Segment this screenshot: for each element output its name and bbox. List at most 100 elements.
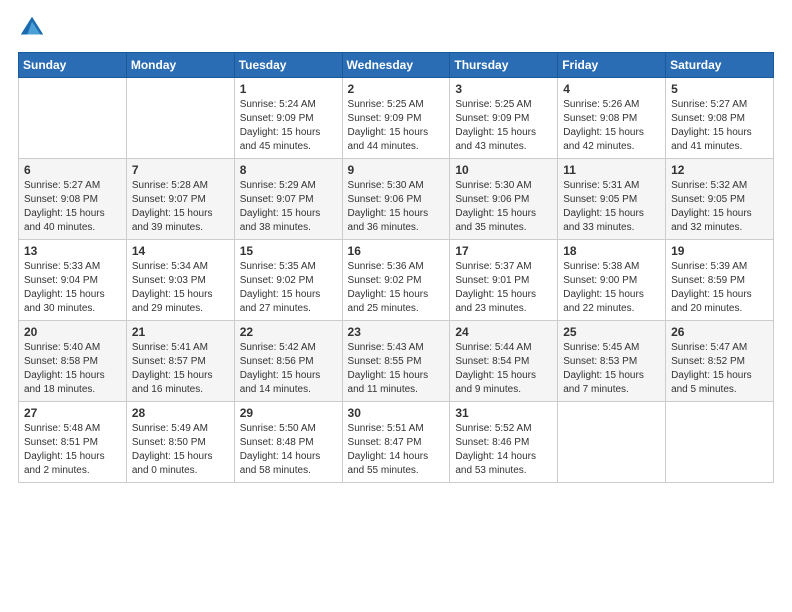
day-info: Sunrise: 5:30 AM Sunset: 9:06 PM Dayligh…: [455, 179, 552, 235]
day-cell: 7Sunrise: 5:28 AM Sunset: 9:07 PM Daylig…: [126, 159, 234, 240]
week-row-3: 13 Sunrise: 5:33 AM Sunset: 9:04 PM Dayli…: [19, 240, 774, 321]
day-info: Sunrise: 5:26 AM Sunset: 9:08 PM Dayligh…: [563, 98, 660, 154]
day-number: 20: [24, 325, 121, 339]
day-number: 23: [348, 325, 445, 339]
day-cell: 17Sunrise: 5:37 AM Sunset: 9:01 PM Dayli…: [450, 240, 558, 321]
day-cell: 24 Sunrise: 5:44 AM Sunset: 8:54 PM Dayli…: [450, 321, 558, 402]
day-header-sunday: Sunday: [19, 53, 127, 78]
day-cell: 5Sunrise: 5:27 AM Sunset: 9:08 PM Daylig…: [666, 78, 774, 159]
day-cell: 19 Sunrise: 5:39 AM Sunset: 8:59 PM Dayli…: [666, 240, 774, 321]
day-number: 13: [24, 244, 121, 258]
day-info: Sunrise: 5:51 AM Sunset: 8:47 PM Dayligh…: [348, 422, 445, 478]
day-info: Sunrise: 5:50 AM Sunset: 8:48 PM Dayligh…: [240, 422, 337, 478]
day-info: Sunrise: 5:36 AM Sunset: 9:02 PM Dayligh…: [348, 260, 445, 316]
day-number: 25: [563, 325, 660, 339]
day-header-wednesday: Wednesday: [342, 53, 450, 78]
day-number: 19: [671, 244, 768, 258]
day-cell: 12 Sunrise: 5:32 AM Sunset: 9:05 PM Dayli…: [666, 159, 774, 240]
day-cell: 16 Sunrise: 5:36 AM Sunset: 9:02 PM Dayli…: [342, 240, 450, 321]
day-info: Sunrise: 5:32 AM Sunset: 9:05 PM Dayligh…: [671, 179, 768, 235]
day-number: 12: [671, 163, 768, 177]
week-row-4: 20 Sunrise: 5:40 AM Sunset: 8:58 PM Dayli…: [19, 321, 774, 402]
week-row-5: 27 Sunrise: 5:48 AM Sunset: 8:51 PM Dayli…: [19, 402, 774, 483]
day-info: Sunrise: 5:45 AM Sunset: 8:53 PM Dayligh…: [563, 341, 660, 397]
day-info: Sunrise: 5:25 AM Sunset: 9:09 PM Dayligh…: [455, 98, 552, 154]
day-info: Sunrise: 5:25 AM Sunset: 9:09 PM Dayligh…: [348, 98, 445, 154]
day-cell: 9Sunrise: 5:30 AM Sunset: 9:06 PM Daylig…: [342, 159, 450, 240]
header-row: SundayMondayTuesdayWednesdayThursdayFrid…: [19, 53, 774, 78]
day-cell: 8 Sunrise: 5:29 AM Sunset: 9:07 PM Daylig…: [234, 159, 342, 240]
day-cell: 2 Sunrise: 5:25 AM Sunset: 9:09 PM Daylig…: [342, 78, 450, 159]
day-info: Sunrise: 5:34 AM Sunset: 9:03 PM Dayligh…: [132, 260, 229, 316]
day-info: Sunrise: 5:28 AM Sunset: 9:07 PM Dayligh…: [132, 179, 229, 235]
day-info: Sunrise: 5:29 AM Sunset: 9:07 PM Dayligh…: [240, 179, 337, 235]
day-cell: 18 Sunrise: 5:38 AM Sunset: 9:00 PM Dayli…: [558, 240, 666, 321]
day-number: 18: [563, 244, 660, 258]
day-cell: [126, 78, 234, 159]
day-number: 24: [455, 325, 552, 339]
day-number: 8: [240, 163, 337, 177]
day-info: Sunrise: 5:35 AM Sunset: 9:02 PM Dayligh…: [240, 260, 337, 316]
day-info: Sunrise: 5:48 AM Sunset: 8:51 PM Dayligh…: [24, 422, 121, 478]
day-cell: 22 Sunrise: 5:42 AM Sunset: 8:56 PM Dayli…: [234, 321, 342, 402]
day-number: 3: [455, 82, 552, 96]
day-number: 27: [24, 406, 121, 420]
day-number: 6: [24, 163, 121, 177]
day-cell: [558, 402, 666, 483]
day-cell: 6 Sunrise: 5:27 AM Sunset: 9:08 PM Daylig…: [19, 159, 127, 240]
day-cell: 1 Sunrise: 5:24 AM Sunset: 9:09 PM Daylig…: [234, 78, 342, 159]
day-cell: 15 Sunrise: 5:35 AM Sunset: 9:02 PM Dayli…: [234, 240, 342, 321]
day-cell: 3 Sunrise: 5:25 AM Sunset: 9:09 PM Daylig…: [450, 78, 558, 159]
day-cell: 11 Sunrise: 5:31 AM Sunset: 9:05 PM Dayli…: [558, 159, 666, 240]
day-info: Sunrise: 5:27 AM Sunset: 9:08 PM Dayligh…: [671, 98, 768, 154]
day-number: 2: [348, 82, 445, 96]
day-cell: [19, 78, 127, 159]
day-info: Sunrise: 5:39 AM Sunset: 8:59 PM Dayligh…: [671, 260, 768, 316]
day-cell: 25 Sunrise: 5:45 AM Sunset: 8:53 PM Dayli…: [558, 321, 666, 402]
page: SundayMondayTuesdayWednesdayThursdayFrid…: [0, 0, 792, 612]
day-cell: 14 Sunrise: 5:34 AM Sunset: 9:03 PM Dayli…: [126, 240, 234, 321]
day-info: Sunrise: 5:27 AM Sunset: 9:08 PM Dayligh…: [24, 179, 121, 235]
header: [18, 14, 774, 42]
day-cell: 20 Sunrise: 5:40 AM Sunset: 8:58 PM Dayli…: [19, 321, 127, 402]
day-info: Sunrise: 5:30 AM Sunset: 9:06 PM Dayligh…: [348, 179, 445, 235]
week-row-1: 1 Sunrise: 5:24 AM Sunset: 9:09 PM Daylig…: [19, 78, 774, 159]
day-cell: 21Sunrise: 5:41 AM Sunset: 8:57 PM Dayli…: [126, 321, 234, 402]
day-cell: 31 Sunrise: 5:52 AM Sunset: 8:46 PM Dayli…: [450, 402, 558, 483]
day-cell: 10 Sunrise: 5:30 AM Sunset: 9:06 PM Dayli…: [450, 159, 558, 240]
day-info: Sunrise: 5:44 AM Sunset: 8:54 PM Dayligh…: [455, 341, 552, 397]
day-number: 15: [240, 244, 337, 258]
day-number: 28: [132, 406, 229, 420]
day-number: 14: [132, 244, 229, 258]
day-cell: 30 Sunrise: 5:51 AM Sunset: 8:47 PM Dayli…: [342, 402, 450, 483]
day-info: Sunrise: 5:31 AM Sunset: 9:05 PM Dayligh…: [563, 179, 660, 235]
day-info: Sunrise: 5:42 AM Sunset: 8:56 PM Dayligh…: [240, 341, 337, 397]
day-info: Sunrise: 5:52 AM Sunset: 8:46 PM Dayligh…: [455, 422, 552, 478]
day-number: 11: [563, 163, 660, 177]
day-info: Sunrise: 5:43 AM Sunset: 8:55 PM Dayligh…: [348, 341, 445, 397]
day-info: Sunrise: 5:49 AM Sunset: 8:50 PM Dayligh…: [132, 422, 229, 478]
day-number: 22: [240, 325, 337, 339]
day-cell: 26Sunrise: 5:47 AM Sunset: 8:52 PM Dayli…: [666, 321, 774, 402]
day-info: Sunrise: 5:33 AM Sunset: 9:04 PM Dayligh…: [24, 260, 121, 316]
day-info: Sunrise: 5:47 AM Sunset: 8:52 PM Dayligh…: [671, 341, 768, 397]
day-info: Sunrise: 5:38 AM Sunset: 9:00 PM Dayligh…: [563, 260, 660, 316]
day-number: 30: [348, 406, 445, 420]
day-number: 1: [240, 82, 337, 96]
day-info: Sunrise: 5:24 AM Sunset: 9:09 PM Dayligh…: [240, 98, 337, 154]
day-number: 10: [455, 163, 552, 177]
day-number: 4: [563, 82, 660, 96]
day-header-saturday: Saturday: [666, 53, 774, 78]
day-number: 31: [455, 406, 552, 420]
day-header-friday: Friday: [558, 53, 666, 78]
day-header-thursday: Thursday: [450, 53, 558, 78]
day-info: Sunrise: 5:41 AM Sunset: 8:57 PM Dayligh…: [132, 341, 229, 397]
day-cell: 28 Sunrise: 5:49 AM Sunset: 8:50 PM Dayli…: [126, 402, 234, 483]
day-cell: 4 Sunrise: 5:26 AM Sunset: 9:08 PM Daylig…: [558, 78, 666, 159]
logo-icon: [18, 14, 46, 42]
day-number: 16: [348, 244, 445, 258]
day-info: Sunrise: 5:40 AM Sunset: 8:58 PM Dayligh…: [24, 341, 121, 397]
day-cell: 13 Sunrise: 5:33 AM Sunset: 9:04 PM Dayli…: [19, 240, 127, 321]
day-number: 17: [455, 244, 552, 258]
week-row-2: 6 Sunrise: 5:27 AM Sunset: 9:08 PM Daylig…: [19, 159, 774, 240]
